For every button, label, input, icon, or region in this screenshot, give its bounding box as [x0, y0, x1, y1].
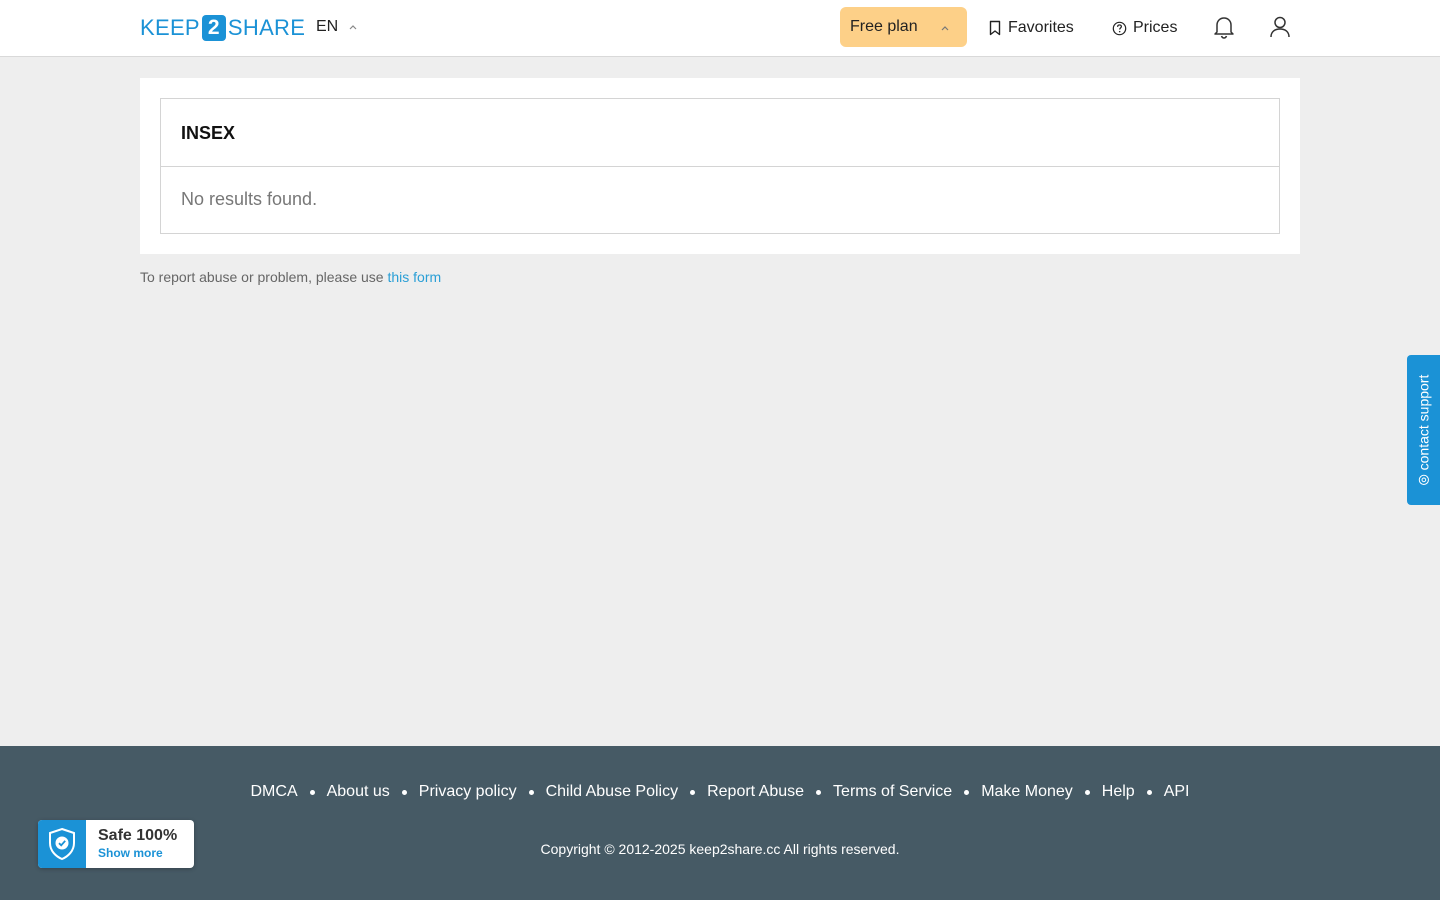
language-selector[interactable]: EN	[316, 17, 358, 37]
footer-separator	[964, 789, 970, 795]
report-text: To report abuse or problem, please use	[140, 269, 384, 285]
report-abuse-notice: To report abuse or problem, please use t…	[140, 269, 441, 285]
bell-icon	[1214, 17, 1234, 39]
results-panel: INSEX No results found.	[160, 98, 1280, 234]
keep2share-logo[interactable]: KEEP 2 SHARE	[140, 14, 305, 41]
page-footer: DMCA About us Privacy policy Child Abuse…	[0, 746, 1440, 900]
bookmark-icon	[989, 20, 1001, 36]
footer-separator	[816, 789, 822, 795]
prices-link[interactable]: Prices	[1112, 17, 1177, 39]
language-label: EN	[316, 18, 339, 35]
footer-links: DMCA About us Privacy policy Child Abuse…	[0, 783, 1440, 801]
contact-support-content: contact support	[1416, 375, 1432, 486]
footer-link-report-abuse[interactable]: Report Abuse	[707, 783, 804, 801]
footer-link-make-money[interactable]: Make Money	[981, 783, 1073, 801]
page-title: INSEX	[181, 123, 236, 143]
footer-link-help[interactable]: Help	[1102, 783, 1135, 801]
copyright-text: Copyright © 2012-2025 keep2share.cc All …	[540, 841, 900, 857]
footer-link-child-abuse[interactable]: Child Abuse Policy	[546, 783, 679, 801]
safe-badge-text: Safe 100% Show more	[86, 820, 177, 868]
shield-check-icon	[49, 827, 75, 861]
logo-text-keep: KEEP	[140, 14, 200, 40]
panel-divider	[161, 166, 1279, 167]
footer-separator	[401, 789, 407, 795]
footer-separator	[528, 789, 534, 795]
favorites-label: Favorites	[1008, 19, 1074, 36]
free-plan-button[interactable]: Free plan	[840, 7, 967, 47]
plan-label: Free plan	[850, 18, 918, 35]
footer-link-privacy[interactable]: Privacy policy	[419, 783, 517, 801]
chevron-up-icon	[941, 26, 949, 31]
footer-separator	[1146, 789, 1152, 795]
footer-separator	[1084, 789, 1090, 795]
content-card: INSEX No results found.	[140, 78, 1300, 254]
safe-badge[interactable]: Safe 100% Show more	[38, 820, 194, 868]
at-icon	[1418, 474, 1429, 485]
footer-link-dmca[interactable]: DMCA	[251, 783, 298, 801]
favorites-link[interactable]: Favorites	[988, 17, 1074, 39]
contact-support-label: contact support	[1415, 374, 1432, 471]
chevron-up-icon	[349, 25, 357, 30]
notifications-button[interactable]	[1211, 14, 1237, 40]
prices-label: Prices	[1133, 19, 1178, 36]
account-button[interactable]	[1267, 14, 1293, 40]
footer-separator	[309, 789, 315, 795]
safe-badge-title: Safe 100%	[98, 827, 178, 844]
footer-link-terms[interactable]: Terms of Service	[833, 783, 952, 801]
report-form-link[interactable]: this form	[387, 269, 441, 285]
logo-text-2: 2	[201, 14, 226, 41]
contact-support-tab[interactable]: contact support	[1407, 355, 1440, 505]
user-icon	[1270, 16, 1290, 38]
top-header: KEEP 2 SHARE EN Free plan Favorites Pric…	[0, 0, 1440, 57]
safe-badge-icon-box	[38, 820, 86, 868]
footer-link-about[interactable]: About us	[327, 783, 390, 801]
footer-separator	[690, 789, 696, 795]
help-circle-icon	[1112, 21, 1127, 35]
empty-results-message: No results found.	[181, 189, 318, 209]
safe-badge-show-more[interactable]: Show more	[98, 845, 177, 861]
logo-text-share: SHARE	[227, 14, 306, 40]
footer-link-api[interactable]: API	[1164, 783, 1190, 801]
